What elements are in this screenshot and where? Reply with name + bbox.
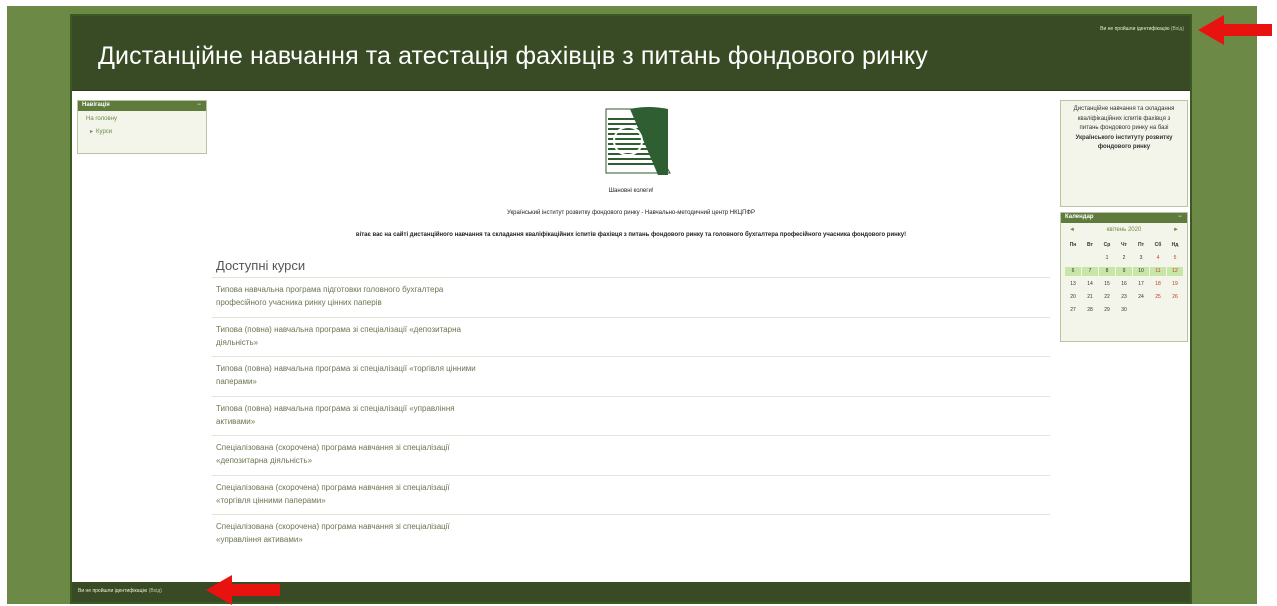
calendar-day[interactable]: 15 [1099,280,1115,289]
courses-heading: Доступні курси [216,258,306,273]
course-link[interactable]: Типова (повна) навчальна програма зі спе… [216,362,486,388]
info-text-plain: Дистанційне навчання та складання кваліф… [1073,106,1175,131]
login-status-text: Ви не пройшли ідентифікацію [78,588,148,594]
calendar-day[interactable]: 16 [1116,280,1132,289]
course-item: Спеціалізована (скорочена) програма навч… [212,514,1050,554]
red-arrow-icon [1198,15,1272,45]
calendar-day[interactable]: 9 [1116,267,1132,276]
course-item: Типова (повна) навчальна програма зі спе… [212,316,1050,357]
calendar-day[interactable]: 19 [1167,280,1183,289]
footer-login-info: Ви не пройшли ідентифікацію (Вхід) [78,588,162,594]
calendar-day[interactable]: 1 [1099,254,1115,263]
course-link[interactable]: Типова навчальна програма підготовки гол… [216,283,486,309]
course-link[interactable]: Спеціалізована (скорочена) програма навч… [216,481,486,507]
welcome-greeting: Шановні колеги! [608,188,654,194]
info-text-bold: Українського інституту розвитку фондовог… [1075,134,1173,151]
caret-right-icon: ▸ [90,129,94,135]
course-item: Типова навчальна програма підготовки гол… [212,277,1050,317]
calendar-day[interactable]: 30 [1116,306,1132,315]
info-block: Дистанційне навчання та складання кваліф… [1060,100,1188,207]
calendar-weekday: Чт [1121,242,1127,248]
calendar-nav: ◄ квітень 2020 ► [1061,223,1187,237]
calendar-day [1167,306,1183,315]
nav-item-home[interactable]: На головну [78,116,206,122]
course-item: Типова (повна) навчальна програма зі спе… [212,356,1050,396]
calendar-day [1065,254,1081,263]
calendar-weekday: Нд [1171,242,1179,248]
site-title: Дистанційне навчання та атестація фахівц… [98,42,928,70]
calendar-day[interactable]: 13 [1065,280,1081,289]
nav-item-courses[interactable]: ▸ Курси [78,128,206,135]
calendar-day[interactable]: 8 [1099,267,1115,276]
red-arrow-icon [206,575,280,605]
calendar-day[interactable]: 21 [1082,293,1098,302]
calendar-block-header: Календар − [1061,213,1187,223]
calendar-day[interactable]: 18 [1150,280,1166,289]
calendar-day[interactable]: 20 [1065,293,1081,302]
calendar-day [1150,306,1166,315]
calendar-day[interactable]: 26 [1167,293,1183,302]
calendar-day[interactable]: 5 [1167,254,1183,263]
info-text: Дистанційне навчання та складання кваліф… [1061,101,1187,157]
course-link[interactable]: Спеціалізована (скорочена) програма навч… [216,520,486,546]
course-item: Спеціалізована (скорочена) програма навч… [212,474,1050,515]
login-link[interactable]: (Вхід) [1171,26,1184,32]
navigation-title: Навігація [82,102,110,108]
institute-logo [598,103,672,179]
calendar-day[interactable]: 3 [1133,254,1149,263]
next-month-icon[interactable]: ► [1173,227,1179,233]
calendar-title: Календар [1065,214,1094,220]
main-content: Шановні колеги! Український інститут роз… [212,100,1050,560]
calendar-day [1082,254,1098,263]
calendar-day[interactable]: 2 [1116,254,1132,263]
login-link[interactable]: (Вхід) [149,588,162,594]
calendar-day[interactable]: 28 [1082,306,1098,315]
calendar-day[interactable]: 11 [1150,267,1166,276]
calendar-day[interactable]: 12 [1167,267,1183,276]
collapse-icon[interactable]: − [1176,214,1184,221]
calendar-day[interactable]: 4 [1150,254,1166,263]
calendar-grid: Пн Вт Ср Чт Пт Сб Нд 1 2 3 4 5 6 7 8 9 10 11 12 13 14 15 16 17 1… [1061,237,1187,315]
course-link[interactable]: Типова (повна) навчальна програма зі спе… [216,402,486,428]
calendar-day[interactable]: 25 [1150,293,1166,302]
calendar-weekday: Пн [1069,242,1077,248]
calendar-day[interactable]: 24 [1133,293,1149,302]
calendar-weekday: Пт [1137,242,1145,248]
calendar-weekday: Сб [1154,242,1162,248]
calendar-day[interactable]: 6 [1065,267,1081,276]
page-container: Ви не пройшли ідентифікацію (Вхід) Диста… [70,14,1192,604]
calendar-weekday: Вт [1087,242,1093,248]
welcome-message: вітає вас на сайті дистанційного навчанн… [355,232,907,238]
login-status-text: Ви не пройшли ідентифікацію [1100,26,1170,32]
calendar-day [1133,306,1149,315]
calendar-weekday: Ср [1103,242,1111,248]
course-link[interactable]: Спеціалізована (скорочена) програма навч… [216,441,486,467]
calendar-block: Календар − ◄ квітень 2020 ► Пн Вт Ср Чт Пт Сб… [1060,212,1188,342]
collapse-icon[interactable]: − [195,102,203,109]
calendar-month[interactable]: квітень 2020 [1061,227,1187,233]
calendar-day[interactable]: 22 [1099,293,1115,302]
calendar-day[interactable]: 23 [1116,293,1132,302]
nav-item-courses-label: Курси [96,129,113,135]
course-item: Типова (повна) навчальна програма зі спе… [212,395,1050,436]
navigation-block-header: Навігація − [78,101,206,111]
header-login-info: Ви не пройшли ідентифікацію (Вхід) [1100,26,1184,32]
calendar-day[interactable]: 10 [1133,267,1149,276]
calendar-day[interactable]: 27 [1065,306,1081,315]
site-header: Ви не пройшли ідентифікацію (Вхід) Диста… [72,16,1190,91]
calendar-day[interactable]: 17 [1133,280,1149,289]
course-list: Типова навчальна програма підготовки гол… [212,277,1050,554]
course-link[interactable]: Типова (повна) навчальна програма зі спе… [216,323,486,349]
calendar-day[interactable]: 14 [1082,280,1098,289]
navigation-block: Навігація − На головну ▸ Курси [77,100,207,154]
calendar-day[interactable]: 29 [1099,306,1115,315]
course-item: Спеціалізована (скорочена) програма навч… [212,435,1050,475]
calendar-day[interactable]: 7 [1082,267,1098,276]
welcome-organization: Український інститут розвитку фондового … [507,210,755,216]
